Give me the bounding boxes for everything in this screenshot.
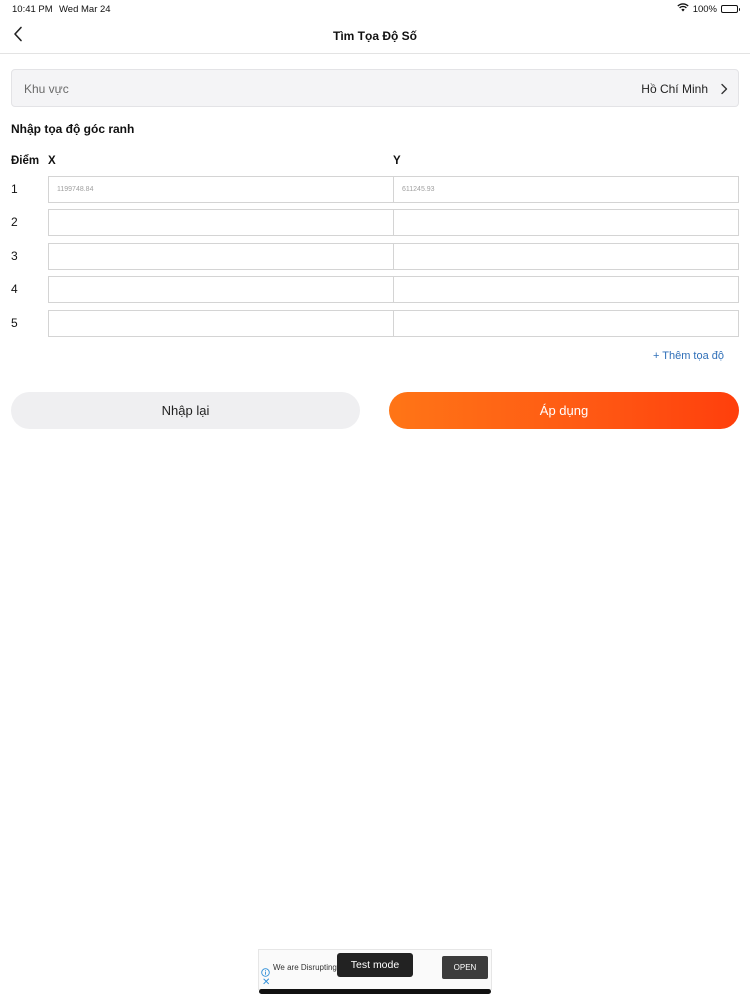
point-number: 4 [11,282,18,296]
point-number: 2 [11,215,18,229]
coordinate-row: 3 [0,243,750,270]
status-date: Wed Mar 24 [59,4,111,15]
add-coordinate-link[interactable]: + Thêm tọa độ [653,350,724,362]
wifi-icon [677,3,689,15]
battery-icon [721,5,740,13]
x-input[interactable] [48,276,394,303]
status-indicators: 100% [677,3,740,15]
x-input[interactable] [48,310,394,337]
y-input[interactable] [393,176,739,203]
x-input[interactable] [48,176,394,203]
page-title: Tìm Tọa Độ Số [333,29,417,43]
reset-button[interactable]: Nhập lại [11,392,360,429]
status-bar: 10:41 PM Wed Mar 24 100% [0,0,750,18]
coordinate-row: 1 [0,176,750,203]
ad-open-button[interactable]: OPEN [442,956,488,979]
column-header-y: Y [393,155,401,167]
y-input[interactable] [393,310,739,337]
chevron-right-icon [720,82,728,100]
ad-banner[interactable]: ✕ We are Disrupting Test mode OPEN [258,949,492,990]
point-number: 5 [11,316,18,330]
apply-button[interactable]: Áp dụng [389,392,739,429]
x-input[interactable] [48,209,394,236]
point-number: 1 [11,182,18,196]
region-label: Khu vực [24,82,69,96]
y-input[interactable] [393,276,739,303]
coordinate-row: 5 [0,310,750,337]
section-title: Nhập tọa độ góc ranh [11,122,135,136]
test-mode-label: Test mode [337,953,413,977]
y-input[interactable] [393,243,739,270]
close-icon[interactable]: ✕ [262,977,270,988]
status-time: 10:41 PM [12,4,53,15]
ad-text: We are Disrupting [273,963,337,972]
battery-percent: 100% [692,3,717,15]
region-value: Hồ Chí Minh [641,82,708,96]
coordinate-row: 4 [0,276,750,303]
column-header-x: X [48,155,56,167]
point-number: 3 [11,249,18,263]
coordinate-row: 2 [0,209,750,236]
y-input[interactable] [393,209,739,236]
x-input[interactable] [48,243,394,270]
region-selector[interactable]: Khu vực Hồ Chí Minh [11,69,739,107]
home-indicator [259,989,491,994]
column-header-point: Điểm [11,155,40,167]
nav-bar: Tìm Tọa Độ Số [0,19,750,54]
